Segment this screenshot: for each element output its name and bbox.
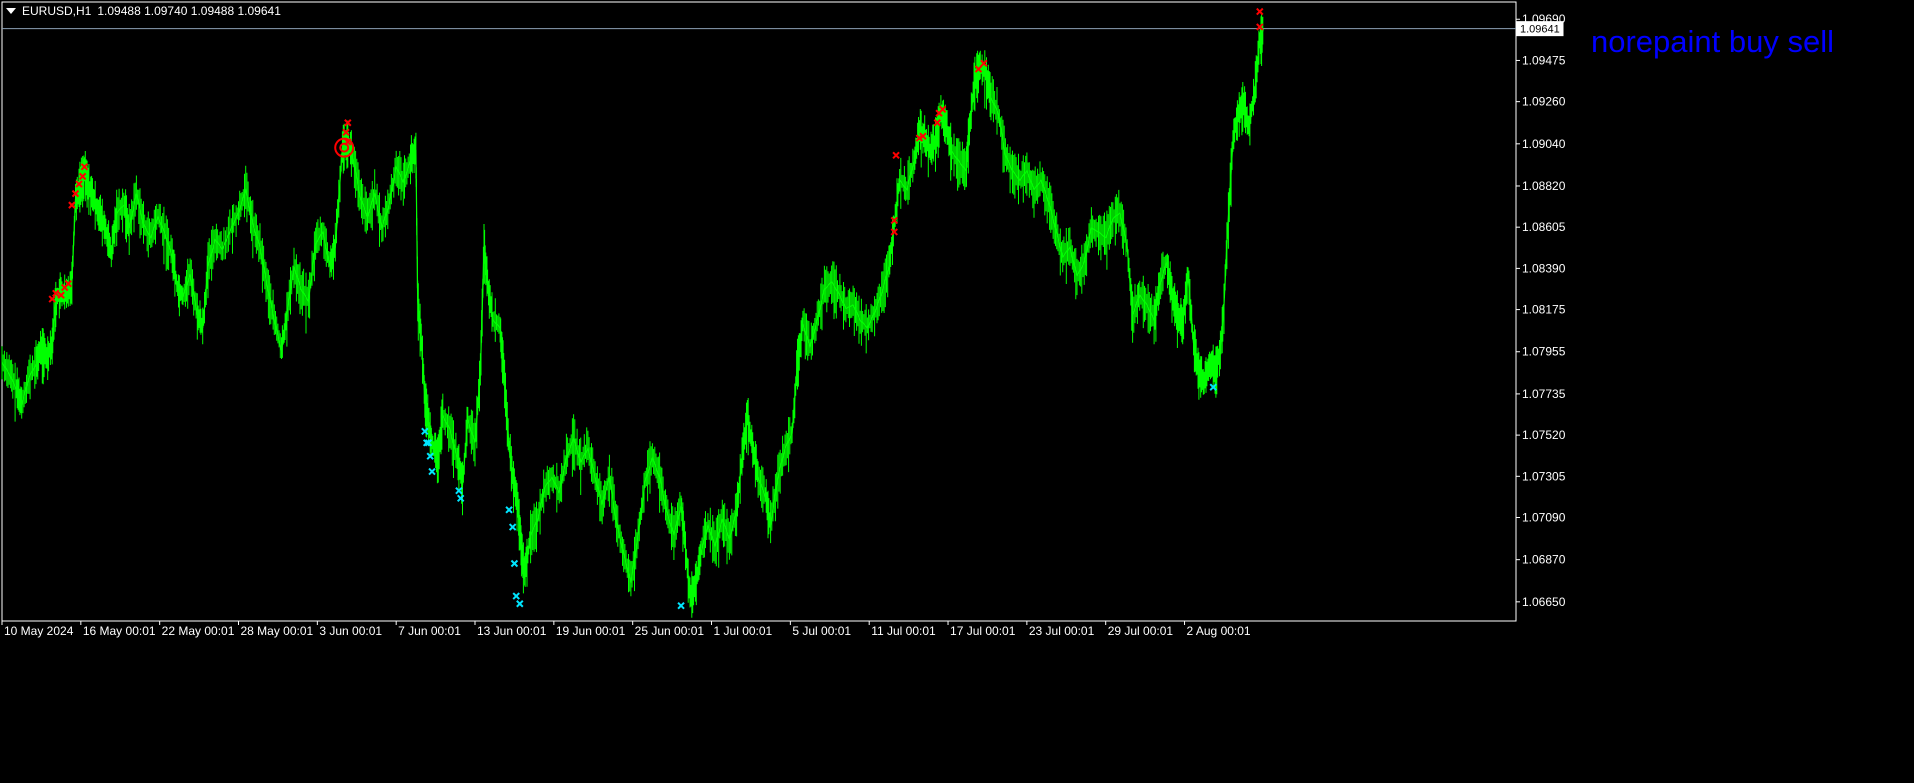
xtick-label-14: 29 Jul 00:01: [1108, 624, 1174, 638]
current-price-tag-group: 1.09641: [1516, 21, 1564, 37]
ytick-label-6: 1.08390: [1522, 261, 1566, 275]
xtick-label-8: 25 Jun 00:01: [635, 624, 705, 638]
chart-header: EURUSD,H1 1.09488 1.09740 1.09488 1.0964…: [6, 4, 281, 18]
ytick-label-10: 1.07520: [1522, 428, 1566, 442]
xtick-label-12: 17 Jul 00:01: [950, 624, 1016, 638]
xtick-label-0: 10 May 2024: [4, 624, 74, 638]
ytick-label-7: 1.08175: [1522, 303, 1566, 317]
xtick-label-13: 23 Jul 00:01: [1029, 624, 1095, 638]
symbol-label: EURUSD,H1: [22, 4, 92, 18]
indicator-title: norepaint buy sell: [1591, 24, 1834, 59]
ytick-label-8: 1.07955: [1522, 345, 1566, 359]
ohlc-values: 1.09488 1.09740 1.09488 1.09641: [97, 4, 281, 18]
ytick-label-14: 1.06650: [1522, 595, 1566, 609]
xtick-label-15: 2 Aug 00:01: [1187, 624, 1251, 638]
xtick-label-10: 5 Jul 00:01: [792, 624, 851, 638]
current-price-tag-label: 1.09641: [1520, 24, 1560, 36]
xtick-label-5: 7 Jun 00:01: [398, 624, 461, 638]
xtick-label-3: 28 May 00:01: [241, 624, 314, 638]
xtick-label-4: 3 Jun 00:01: [319, 624, 382, 638]
ytick-label-12: 1.07090: [1522, 511, 1566, 525]
ytick-label-9: 1.07735: [1522, 387, 1566, 401]
chart-background: [0, 0, 1914, 783]
ytick-label-11: 1.07305: [1522, 469, 1566, 483]
xtick-label-6: 13 Jun 00:01: [477, 624, 547, 638]
xtick-label-7: 19 Jun 00:01: [556, 624, 626, 638]
dropdown-triangle-icon[interactable]: [6, 8, 16, 14]
price-chart[interactable]: 1.096901.094751.092601.090401.088201.086…: [0, 0, 1914, 783]
ytick-label-3: 1.09040: [1522, 137, 1566, 151]
ytick-label-13: 1.06870: [1522, 553, 1566, 567]
ytick-label-5: 1.08605: [1522, 220, 1566, 234]
xtick-label-9: 1 Jul 00:01: [714, 624, 773, 638]
ytick-label-1: 1.09475: [1522, 53, 1566, 67]
xtick-label-11: 11 Jul 00:01: [871, 624, 936, 638]
ytick-label-2: 1.09260: [1522, 95, 1566, 109]
ytick-label-4: 1.08820: [1522, 179, 1566, 193]
xtick-label-1: 16 May 00:01: [83, 624, 156, 638]
price-axis[interactable]: 1.096901.094751.092601.090401.088201.086…: [1516, 12, 1566, 609]
chart-window[interactable]: 1.09690 1.09475 1.09260 1.09040 1.08820 1.086…: [0, 0, 1914, 783]
xtick-label-2: 22 May 00:01: [162, 624, 235, 638]
